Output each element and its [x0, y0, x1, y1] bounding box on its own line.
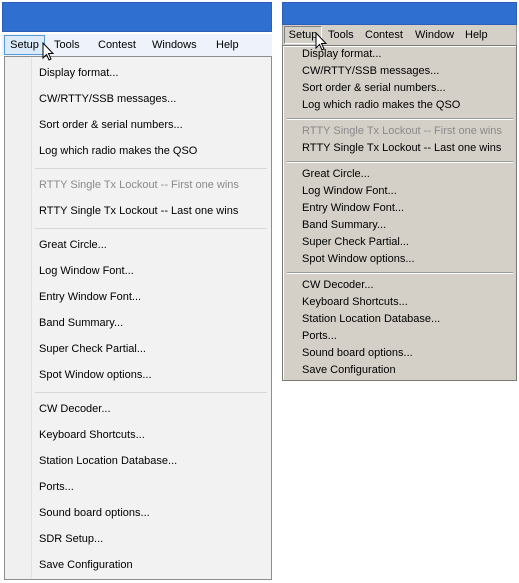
menu-item-display-format[interactable]: Display format...: [39, 63, 118, 83]
menu-item-log-window-font[interactable]: Log Window Font...: [302, 183, 397, 200]
setup-dropdown: Display format... CW/RTTY/SSB messages..…: [4, 56, 272, 580]
menu-item-sound-board-options[interactable]: Sound board options...: [302, 345, 413, 362]
icon-gutter: [5, 57, 32, 579]
menu-setup-label: Setup: [10, 39, 39, 51]
menu-item-great-circle[interactable]: Great Circle...: [39, 235, 107, 255]
menu-separator: [287, 118, 513, 120]
classic-window: Setup Tools Contest Window Help Display …: [282, 2, 518, 382]
menu-item-sort-order[interactable]: Sort order & serial numbers...: [302, 80, 446, 97]
menu-item-log-which-radio[interactable]: Log which radio makes the QSO: [39, 141, 197, 161]
menu-item-rtty-lockout-last[interactable]: RTTY Single Tx Lockout -- Last one wins: [39, 201, 238, 221]
menu-item-entry-window-font[interactable]: Entry Window Font...: [302, 200, 404, 217]
menu-item-rtty-lockout-last[interactable]: RTTY Single Tx Lockout -- Last one wins: [302, 140, 501, 157]
menu-window[interactable]: Window: [415, 27, 454, 43]
menu-item-cw-decoder[interactable]: CW Decoder...: [39, 399, 111, 419]
menu-item-save-configuration[interactable]: Save Configuration: [302, 362, 396, 379]
menu-tools[interactable]: Tools: [328, 27, 354, 43]
menu-contest[interactable]: Contest: [365, 27, 403, 43]
menu-item-super-check-partial[interactable]: Super Check Partial...: [39, 339, 146, 359]
menu-setup[interactable]: Setup: [4, 35, 45, 55]
menu-contest[interactable]: Contest: [98, 37, 136, 53]
menu-item-save-configuration[interactable]: Save Configuration: [39, 555, 133, 575]
menu-windows[interactable]: Windows: [152, 37, 197, 53]
menu-item-super-check-partial[interactable]: Super Check Partial...: [302, 234, 409, 251]
menu-item-log-which-radio[interactable]: Log which radio makes the QSO: [302, 97, 460, 114]
menu-tools[interactable]: Tools: [54, 37, 80, 53]
menu-help[interactable]: Help: [465, 27, 488, 43]
modern-window: Setup Tools Contest Windows Help Display…: [2, 2, 272, 580]
menu-separator: [35, 228, 267, 229]
menu-item-cw-decoder[interactable]: CW Decoder...: [302, 277, 374, 294]
menu-item-spot-window-options[interactable]: Spot Window options...: [39, 365, 152, 385]
menu-help[interactable]: Help: [216, 37, 239, 53]
menu-item-ports[interactable]: Ports...: [39, 477, 74, 497]
menu-item-ports[interactable]: Ports...: [302, 328, 337, 345]
menu-separator: [35, 168, 267, 169]
menu-item-display-format[interactable]: Display format...: [302, 46, 381, 63]
mouse-pointer-icon: [315, 32, 328, 51]
menu-item-band-summary[interactable]: Band Summary...: [302, 217, 386, 234]
mouse-pointer-icon: [42, 42, 55, 61]
title-bar: [282, 2, 517, 25]
menu-item-keyboard-shortcuts[interactable]: Keyboard Shortcuts...: [39, 425, 145, 445]
menu-separator: [287, 161, 513, 163]
menu-item-keyboard-shortcuts[interactable]: Keyboard Shortcuts...: [302, 294, 408, 311]
menu-item-sound-board-options[interactable]: Sound board options...: [39, 503, 150, 523]
menu-item-entry-window-font[interactable]: Entry Window Font...: [39, 287, 141, 307]
menu-item-station-location-database[interactable]: Station Location Database...: [302, 311, 440, 328]
menu-item-station-location-database[interactable]: Station Location Database...: [39, 451, 177, 471]
menu-item-rtty-lockout-first: RTTY Single Tx Lockout -- First one wins: [302, 125, 502, 137]
menu-item-great-circle[interactable]: Great Circle...: [302, 166, 370, 183]
menu-item-spot-window-options[interactable]: Spot Window options...: [302, 251, 415, 268]
menu-separator: [287, 272, 513, 274]
menu-item-sdr-setup[interactable]: SDR Setup...: [39, 529, 103, 549]
menu-item-rtty-lockout-first: RTTY Single Tx Lockout -- First one wins: [39, 179, 239, 191]
menu-item-band-summary[interactable]: Band Summary...: [39, 313, 123, 333]
menu-setup-label: Setup: [288, 29, 318, 41]
menu-item-sort-order[interactable]: Sort order & serial numbers...: [39, 115, 183, 135]
menu-item-log-window-font[interactable]: Log Window Font...: [39, 261, 134, 281]
menu-separator: [35, 392, 267, 393]
menu-item-cw-rtty-ssb-messages[interactable]: CW/RTTY/SSB messages...: [302, 63, 439, 80]
title-bar: [2, 2, 272, 32]
menu-item-cw-rtty-ssb-messages[interactable]: CW/RTTY/SSB messages...: [39, 89, 176, 109]
setup-dropdown: Display format... CW/RTTY/SSB messages..…: [282, 45, 517, 381]
